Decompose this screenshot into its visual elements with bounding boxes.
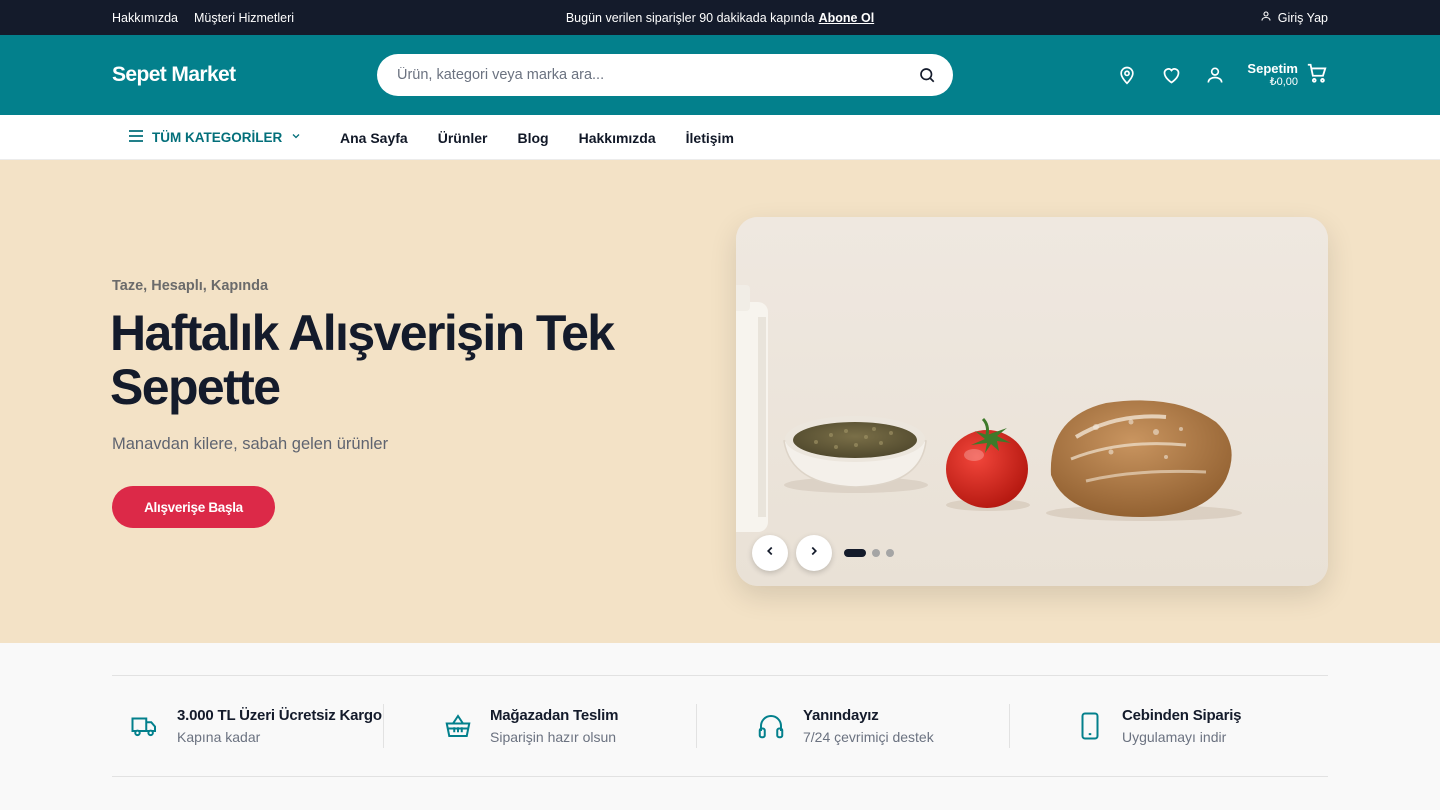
feature-desc: 7/24 çevrimiçi destek <box>803 729 934 745</box>
main-header: Sepet Market Sepetim ₺0,00 <box>0 35 1440 115</box>
slider-prev-button[interactable] <box>752 535 788 571</box>
slider-next-button[interactable] <box>796 535 832 571</box>
feature-title: Cebinden Sipariş <box>1122 707 1242 724</box>
feature-title: Mağazadan Teslim <box>490 707 619 724</box>
feature-free-shipping: 3.000 TL Üzeri Ücretsiz Kargo Kapına kad… <box>112 676 383 776</box>
all-categories-label: TÜM KATEGORİLER <box>152 130 283 145</box>
chevron-down-icon <box>290 130 302 145</box>
feature-desc: Uygulamayı indir <box>1122 729 1227 745</box>
feature-desc: Kapına kadar <box>177 729 261 745</box>
cart-button[interactable]: Sepetim ₺0,00 <box>1247 60 1328 89</box>
slider-dot-2[interactable] <box>872 549 880 557</box>
slider-dot-1[interactable] <box>844 549 866 557</box>
account-icon[interactable] <box>1193 53 1237 97</box>
chevron-left-icon <box>763 544 777 563</box>
cart-icon <box>1306 62 1328 89</box>
logo[interactable]: Sepet Market <box>112 35 236 115</box>
feature-store-pickup: Mağazadan Teslim Siparişin hazır olsun <box>383 676 696 776</box>
search-bar <box>377 54 953 96</box>
announcement: Bugün verilen siparişler 90 dakikada kap… <box>0 0 1440 35</box>
login-link[interactable]: Giriş Yap <box>1260 0 1328 35</box>
chevron-right-icon <box>807 544 821 563</box>
search-input[interactable] <box>397 67 917 83</box>
nav-item-home[interactable]: Ana Sayfa <box>340 130 408 146</box>
hero-subtitle: Manavdan kilere, sabah gelen ürünler <box>112 435 389 453</box>
headphones-icon <box>754 709 788 743</box>
search-icon[interactable] <box>917 65 937 85</box>
feature-text: 3.000 TL Üzeri Ücretsiz Kargo Kapına kad… <box>177 707 382 745</box>
nav-item-products[interactable]: Ürünler <box>438 130 488 146</box>
nav-links: Ana Sayfa Ürünler Blog Hakkımızda İletiş… <box>340 115 734 160</box>
slider-dot-3[interactable] <box>886 549 894 557</box>
location-pin-icon[interactable] <box>1105 53 1149 97</box>
feature-mobile-app: Cebinden Sipariş Uygulamayı indir <box>1009 676 1328 776</box>
start-shopping-button[interactable]: Alışverişe Başla <box>112 486 275 528</box>
all-categories-button[interactable]: TÜM KATEGORİLER <box>128 115 302 160</box>
truck-icon <box>128 709 162 743</box>
top-bar: Hakkımızda Müşteri Hizmetleri Bugün veri… <box>0 0 1440 35</box>
slider-dots <box>844 549 894 557</box>
feature-support: Yanındayız 7/24 çevrimiçi destek <box>696 676 1009 776</box>
cart-total: ₺0,00 <box>1269 76 1298 89</box>
main-nav: TÜM KATEGORİLER Ana Sayfa Ürünler Blog H… <box>0 115 1440 160</box>
announcement-text: Bugün verilen siparişler 90 dakikada kap… <box>565 10 815 25</box>
header-actions: Sepetim ₺0,00 <box>1105 35 1328 115</box>
cart-label: Sepetim <box>1247 60 1298 76</box>
feature-title: 3.000 TL Üzeri Ücretsiz Kargo <box>177 707 382 724</box>
feature-strip: 3.000 TL Üzeri Ücretsiz Kargo Kapına kad… <box>112 675 1328 777</box>
nav-item-contact[interactable]: İletişim <box>686 130 734 146</box>
feature-title: Yanındayız <box>803 707 879 724</box>
cart-summary: Sepetim ₺0,00 <box>1247 60 1298 89</box>
nav-item-about[interactable]: Hakkımızda <box>579 130 656 146</box>
menu-icon <box>128 129 144 146</box>
hero-section: Taze, Hesaplı, Kapında Haftalık Alışveri… <box>0 160 1440 643</box>
user-icon <box>1260 10 1272 25</box>
hero-eyebrow: Taze, Hesaplı, Kapında <box>112 278 269 294</box>
login-label: Giriş Yap <box>1277 10 1328 25</box>
heart-icon[interactable] <box>1149 53 1193 97</box>
feature-text: Mağazadan Teslim Siparişin hazır olsun <box>490 707 618 745</box>
hero-slider <box>736 217 1328 586</box>
feature-text: Yanındayız 7/24 çevrimiçi destek <box>803 707 934 745</box>
hero-title: Haftalık Alışverişin Tek Sepette <box>110 305 615 415</box>
nav-item-blog[interactable]: Blog <box>518 130 549 146</box>
phone-icon <box>1073 709 1107 743</box>
feature-text: Cebinden Sipariş Uygulamayı indir <box>1122 707 1242 745</box>
basket-icon <box>441 709 475 743</box>
hero-slide-image <box>736 217 1328 586</box>
subscribe-link[interactable]: Abone Ol <box>819 11 875 25</box>
feature-desc: Siparişin hazır olsun <box>490 729 617 745</box>
